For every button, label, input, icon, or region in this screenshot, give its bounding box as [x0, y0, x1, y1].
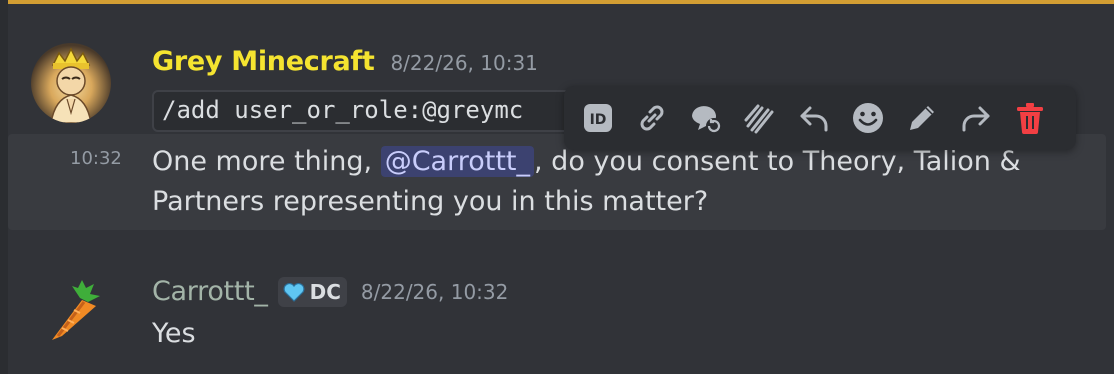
timestamp[interactable]: 8/22/26, 10:31	[390, 51, 537, 75]
create-thread-button[interactable]	[682, 94, 730, 142]
message-content: Yes	[152, 318, 196, 349]
user-mention[interactable]: @Carrottt_	[380, 146, 535, 177]
id-icon: ID	[584, 104, 612, 132]
top-highlight-bar	[0, 0, 1114, 4]
reply-button[interactable]	[790, 94, 838, 142]
command-text: /add user_or_role:@greymc	[152, 90, 572, 132]
timestamp[interactable]: 8/22/26, 10:32	[361, 280, 508, 304]
carrot-avatar-image	[52, 280, 100, 340]
thread-icon	[692, 106, 722, 134]
emoji-icon	[853, 103, 883, 133]
apps-button[interactable]	[736, 94, 784, 142]
username[interactable]: Grey Minecraft	[152, 46, 375, 77]
link-icon	[640, 105, 664, 131]
svg-text:ID: ID	[590, 112, 607, 128]
forward-icon	[962, 106, 990, 132]
avatar-image	[50, 47, 92, 123]
username[interactable]: Carrottt_	[152, 276, 268, 307]
add-reaction-button[interactable]	[844, 94, 892, 142]
edit-icon	[910, 106, 934, 130]
delete-icon	[1017, 103, 1043, 134]
inline-timestamp[interactable]: 10:32	[70, 148, 122, 169]
message-content: One more thing, @Carrottt_, do you conse…	[152, 142, 1072, 222]
forward-button[interactable]	[952, 94, 1000, 142]
avatar[interactable]	[44, 276, 124, 346]
left-edge	[0, 0, 8, 374]
heart-icon	[283, 282, 305, 302]
copy-id-button[interactable]: ID	[574, 94, 622, 142]
reply-icon	[800, 106, 828, 132]
copy-link-button[interactable]	[628, 94, 676, 142]
message-header: Grey Minecraft 8/22/26, 10:31	[152, 46, 538, 77]
delete-button[interactable]	[1006, 94, 1054, 142]
server-tag-badge[interactable]: DC	[277, 276, 347, 307]
message-actions-toolbar: ID	[564, 86, 1076, 150]
message-header: Carrottt_ DC 8/22/26, 10:32	[152, 276, 508, 307]
message-text-start: One more thing,	[152, 146, 381, 177]
apps-icon	[744, 104, 774, 134]
avatar[interactable]	[31, 43, 111, 123]
edit-button[interactable]	[898, 94, 946, 142]
badge-label: DC	[309, 279, 341, 304]
